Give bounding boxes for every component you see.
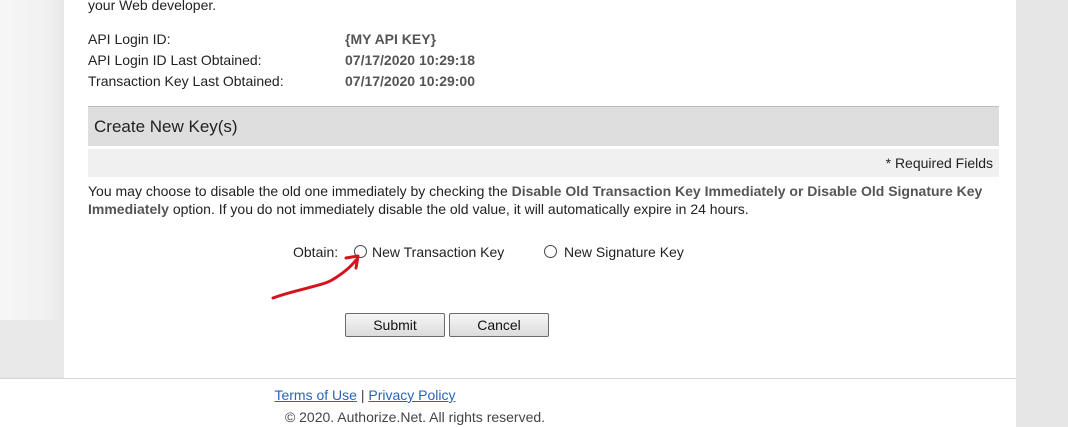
description-part1: You may choose to disable the old one im… [88,183,512,199]
info-value: {MY API KEY} [345,31,437,47]
footer: Terms of Use | Privacy Policy © 2020. Au… [0,378,1016,427]
info-label: Transaction Key Last Obtained: [88,73,284,89]
required-fields-note: * Required Fields [88,149,999,177]
left-shadow [0,0,64,320]
right-gutter [1016,0,1068,426]
footer-separator: | [360,387,365,403]
description-text: You may choose to disable the old one im… [88,182,993,218]
description-part2: option. If you do not immediately disabl… [168,201,749,217]
annotation-arrow-stroke [271,258,358,300]
new-transaction-key-label[interactable]: New Transaction Key [372,244,504,260]
new-signature-key-radio[interactable] [544,245,557,258]
section-title: Create New Key(s) [88,106,999,146]
info-value: 07/17/2020 10:29:18 [345,52,475,68]
cancel-button[interactable]: Cancel [449,313,549,337]
info-label: API Login ID: [88,31,171,47]
obtain-label: Obtain: [293,244,339,260]
annotation-arrow-head [344,254,360,270]
new-transaction-key-radio[interactable] [354,245,367,258]
new-signature-key-label[interactable]: New Signature Key [564,244,684,260]
submit-button[interactable]: Submit [345,313,445,337]
info-value: 07/17/2020 10:29:00 [345,73,475,89]
copyright-text: © 2020. Authorize.Net. All rights reserv… [284,409,546,425]
privacy-policy-link[interactable]: Privacy Policy [368,387,455,403]
info-label: API Login ID Last Obtained: [88,52,262,68]
intro-text: your Web developer. [88,0,217,13]
terms-of-use-link[interactable]: Terms of Use [274,387,356,403]
footer-links: Terms of Use | Privacy Policy [0,387,730,403]
main-panel: your Web developer. API Login ID: {MY AP… [64,0,1016,378]
